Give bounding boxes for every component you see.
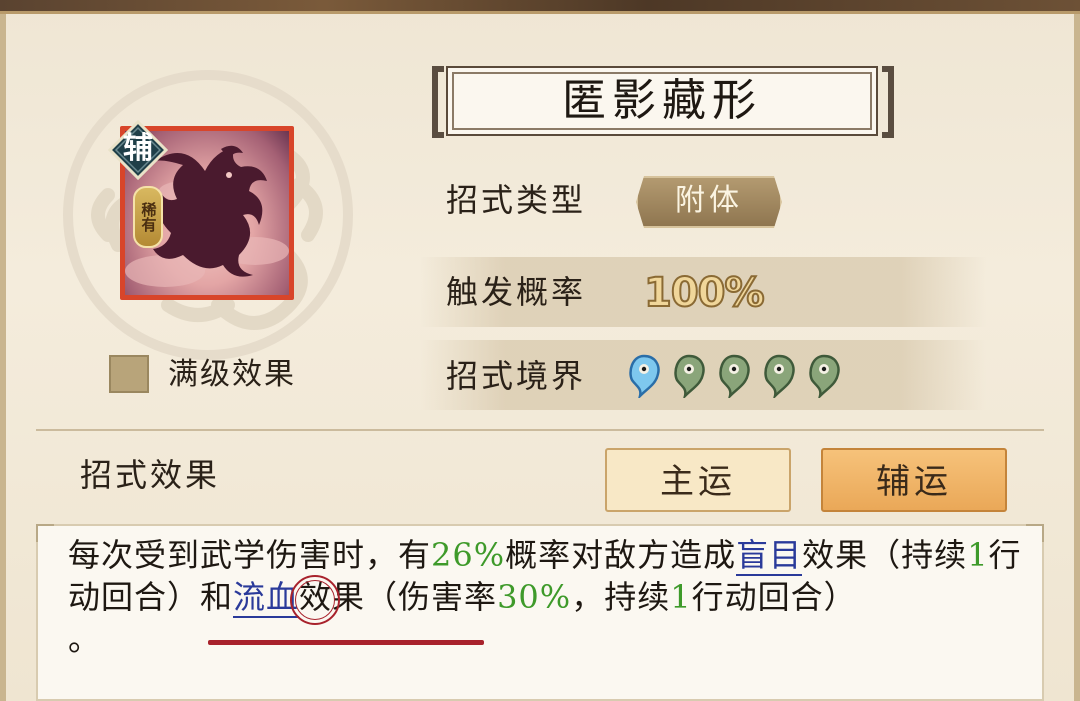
annotation-underline bbox=[208, 640, 484, 645]
desc-text-segment: 概率对敌方造成 bbox=[505, 536, 737, 574]
realm-drop-icon bbox=[719, 354, 750, 398]
duration-value: 1 bbox=[967, 536, 989, 574]
top-border bbox=[0, 0, 1080, 14]
right-border bbox=[1074, 14, 1080, 701]
damage-value: 30% bbox=[497, 578, 572, 616]
max-level-label: 满级效果 bbox=[168, 357, 296, 392]
realm-drop-icon bbox=[674, 354, 705, 398]
type-badge: 附体 bbox=[636, 176, 782, 228]
corner-ornament bbox=[36, 524, 54, 542]
rate-value: 100% bbox=[643, 269, 766, 317]
realm-drop-icon bbox=[809, 354, 840, 398]
desc-text-segment: 行动回合） bbox=[691, 578, 857, 616]
realm-label: 招式境界 bbox=[446, 357, 587, 395]
realm-drop-icon bbox=[629, 354, 660, 398]
effect-title: 招式效果 bbox=[80, 456, 221, 494]
type-label: 招式类型 bbox=[446, 181, 587, 219]
rate-label: 触发概率 bbox=[446, 273, 587, 311]
rarity-tag: 稀有 bbox=[133, 186, 163, 248]
desc-text-segment: 效果（持续 bbox=[802, 536, 968, 574]
left-bracket bbox=[432, 66, 444, 138]
support-badge-text: 辅 bbox=[123, 131, 153, 166]
corner-ornament bbox=[1026, 524, 1044, 542]
left-border bbox=[0, 14, 6, 701]
divider bbox=[36, 429, 1044, 431]
desc-text-segment: 和 bbox=[200, 578, 234, 616]
realm-drop-icon bbox=[764, 354, 795, 398]
desc-text-segment: ，持续 bbox=[571, 578, 671, 616]
title-banner: 匿影藏形 bbox=[432, 66, 894, 138]
tab-main-practice[interactable]: 主运 bbox=[605, 448, 791, 512]
chance-value: 26% bbox=[431, 536, 506, 574]
desc-text-segment: 每次受到武学伤害时，有 bbox=[68, 536, 432, 574]
skill-name: 匿影藏形 bbox=[562, 75, 762, 126]
max-level-checkbox[interactable] bbox=[109, 355, 149, 393]
status-link-blind[interactable]: 盲目 bbox=[736, 536, 803, 576]
tab-aux-practice[interactable]: 辅运 bbox=[821, 448, 1007, 512]
annotation-circle bbox=[290, 575, 340, 625]
right-bracket bbox=[882, 66, 894, 138]
desc-text-segment: 。 bbox=[68, 620, 102, 658]
skill-detail-panel: 辅 稀有 满级效果 匿影藏形 招式类型 附体 触发概率 100% 招式境界 招式… bbox=[0, 0, 1080, 701]
duration-value: 1 bbox=[670, 578, 692, 616]
